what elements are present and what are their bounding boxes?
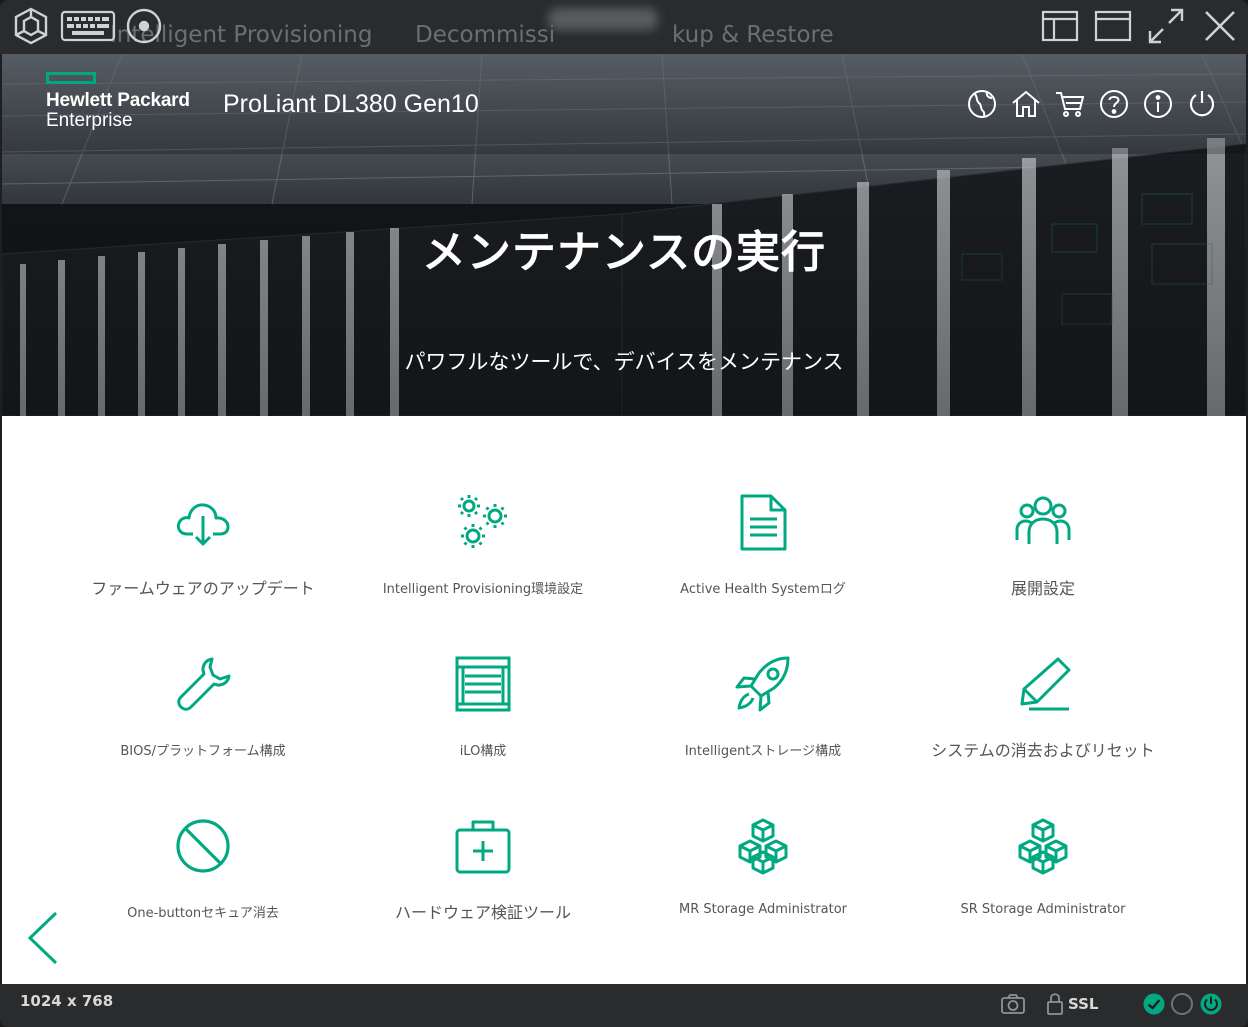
status-empty-icon bbox=[1170, 990, 1194, 1018]
tile-one-button-erase[interactable]: One-buttonセキュア消去 bbox=[73, 816, 333, 956]
medkit-icon bbox=[453, 816, 513, 876]
home-icon[interactable] bbox=[1010, 88, 1042, 120]
prohibited-icon bbox=[173, 816, 233, 876]
tile-mr-storage-admin[interactable]: MR Storage Administrator bbox=[633, 816, 893, 956]
cloud-download-icon bbox=[173, 492, 233, 552]
tile-ip-preferences[interactable]: Intelligent Provisioning環境設定 bbox=[353, 492, 613, 632]
tile-ahs-log[interactable]: Active Health Systemログ bbox=[633, 492, 893, 632]
tile-label: Intelligent Provisioning環境設定 bbox=[382, 582, 584, 597]
close-icon[interactable] bbox=[1200, 6, 1240, 46]
tile-label: システムの消去およびリセット bbox=[931, 741, 1155, 760]
keyboard-icon[interactable] bbox=[58, 6, 118, 46]
brand-line1: Hewlett Packard bbox=[46, 90, 190, 111]
status-ok-icon bbox=[1142, 990, 1166, 1018]
help-icon[interactable] bbox=[1098, 88, 1130, 120]
product-name: ProLiant DL380 Gen10 bbox=[223, 90, 479, 118]
eraser-icon bbox=[1013, 654, 1073, 714]
hpe-logo-mark bbox=[46, 72, 96, 84]
cart-icon[interactable] bbox=[1054, 88, 1086, 120]
ssl-label: SSL bbox=[1068, 995, 1099, 1013]
rocket-icon bbox=[733, 654, 793, 714]
brand-line2: Enterprise bbox=[46, 110, 133, 131]
console-status-bar: 1024 x 768 SSL bbox=[0, 984, 1248, 1027]
console-toolbar: Intelligent Provisioning Decommissi kup … bbox=[0, 0, 1248, 54]
tile-sr-storage-admin[interactable]: SR Storage Administrator bbox=[913, 816, 1173, 956]
tile-label: BIOS/プラットフォーム構成 bbox=[120, 744, 286, 759]
tile-label: Intelligentストレージ構成 bbox=[684, 744, 842, 759]
layout-icon[interactable] bbox=[1040, 6, 1080, 46]
gears-icon bbox=[453, 492, 513, 552]
disc-icon[interactable] bbox=[124, 6, 164, 46]
tile-label: Active Health Systemログ bbox=[680, 582, 846, 597]
users-icon bbox=[1013, 492, 1073, 552]
ghost-tab: Decommissi bbox=[415, 22, 556, 48]
back-button[interactable] bbox=[24, 910, 64, 966]
resolution-readout: 1024 x 768 bbox=[20, 992, 114, 1010]
ssl-indicator: SSL bbox=[1046, 990, 1099, 1018]
tile-label: iLO構成 bbox=[459, 744, 507, 759]
tile-label: ハードウェア検証ツール bbox=[394, 903, 571, 922]
tile-deployment-settings[interactable]: 展開設定 bbox=[913, 492, 1173, 632]
power-status-icon bbox=[1199, 990, 1223, 1018]
window-icon[interactable] bbox=[1093, 6, 1133, 46]
tile-label: SR Storage Administrator bbox=[960, 902, 1126, 917]
globe-icon[interactable] bbox=[966, 88, 998, 120]
fullscreen-icon[interactable] bbox=[1146, 6, 1186, 46]
tile-label: ファームウェアのアップデート bbox=[91, 579, 315, 598]
hexagon-icon[interactable] bbox=[10, 6, 52, 46]
tile-system-erase-reset[interactable]: システムの消去およびリセット bbox=[913, 654, 1173, 794]
hero-subtitle: パワフルなツールで、デバイスをメンテナンス bbox=[404, 350, 844, 374]
cubes-icon bbox=[1013, 816, 1073, 876]
tile-label: One-buttonセキュア消去 bbox=[127, 906, 279, 921]
tile-ilo-config[interactable]: iLO構成 bbox=[353, 654, 613, 794]
tile-label: 展開設定 bbox=[1010, 579, 1075, 598]
tile-firmware-update[interactable]: ファームウェアのアップデート bbox=[73, 492, 333, 632]
chevron-left-icon bbox=[27, 911, 58, 965]
tile-label: MR Storage Administrator bbox=[679, 902, 847, 917]
hero-title: メンテナンスの実行 bbox=[421, 227, 827, 278]
maintenance-tiles: ファームウェアのアップデート Intelligent Provisioning環… bbox=[2, 416, 1246, 984]
app-header: Hewlett Packard Enterprise ProLiant DL38… bbox=[2, 54, 1246, 154]
tile-hardware-validation[interactable]: ハードウェア検証ツール bbox=[353, 816, 613, 956]
blurred-title bbox=[548, 8, 658, 30]
hero-banner: Hewlett Packard Enterprise ProLiant DL38… bbox=[2, 54, 1246, 416]
cubes-icon bbox=[733, 816, 793, 876]
wrench-icon bbox=[173, 654, 233, 714]
server-rack-icon bbox=[453, 654, 513, 714]
info-icon[interactable] bbox=[1142, 88, 1174, 120]
tile-bios-config[interactable]: BIOS/プラットフォーム構成 bbox=[73, 654, 333, 794]
tile-intelligent-storage[interactable]: Intelligentストレージ構成 bbox=[633, 654, 893, 794]
application-area: Hewlett Packard Enterprise ProLiant DL38… bbox=[2, 54, 1246, 984]
hpe-logo[interactable]: Hewlett Packard Enterprise bbox=[46, 72, 190, 131]
camera-icon[interactable] bbox=[1000, 990, 1026, 1018]
power-icon[interactable] bbox=[1186, 88, 1218, 120]
ghost-tab: kup & Restore bbox=[672, 22, 834, 48]
lock-icon bbox=[1047, 993, 1063, 1015]
document-icon bbox=[733, 492, 793, 552]
remote-console-window: Intelligent Provisioning Decommissi kup … bbox=[0, 0, 1248, 1027]
